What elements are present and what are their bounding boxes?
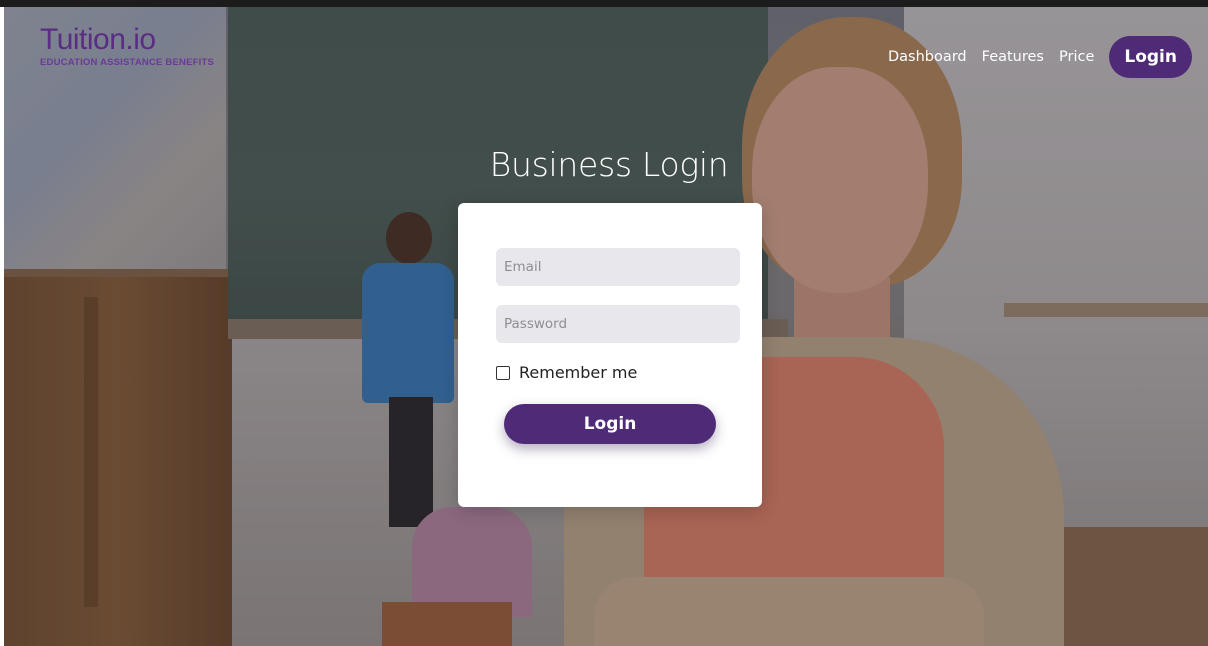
login-submit-button[interactable]: Login <box>504 404 716 444</box>
login-card: Remember me Login <box>458 203 762 507</box>
remember-me-row[interactable]: Remember me <box>496 363 637 382</box>
brand-name: Tuition.io <box>40 23 156 56</box>
nav-link-dashboard[interactable]: Dashboard <box>888 49 967 65</box>
page-title: Business Login <box>489 145 729 184</box>
remember-me-checkbox[interactable] <box>496 365 510 380</box>
hero-background: Tuition.io EDUCATION ASSISTANCE BENEFITS… <box>4 7 1208 646</box>
top-navigation: Dashboard Features Price Login <box>888 35 1192 79</box>
nav-login-button[interactable]: Login <box>1109 36 1192 78</box>
nav-link-price[interactable]: Price <box>1059 49 1094 65</box>
remember-me-label: Remember me <box>519 363 638 382</box>
window-top-bar <box>0 0 1208 7</box>
email-field[interactable] <box>496 248 740 286</box>
password-field[interactable] <box>496 305 740 343</box>
nav-link-features[interactable]: Features <box>982 49 1044 65</box>
brand-tagline: EDUCATION ASSISTANCE BENEFITS <box>40 57 214 68</box>
brand-logo[interactable]: Tuition.io EDUCATION ASSISTANCE BENEFITS <box>40 23 214 69</box>
